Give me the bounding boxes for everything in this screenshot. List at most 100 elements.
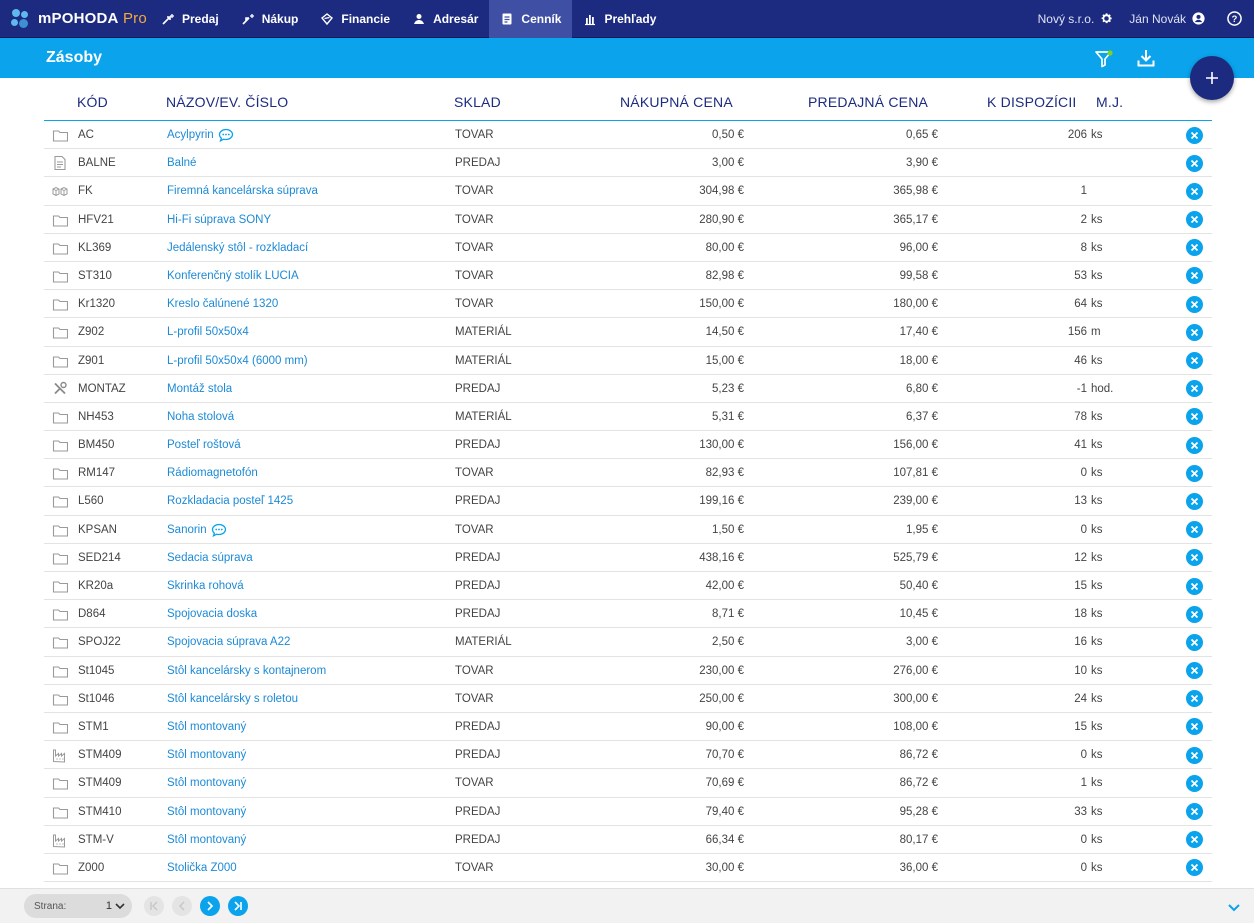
previous-page-button[interactable] [172, 896, 192, 916]
table-row[interactable]: HFV21 Hi-Fi súprava SONY TOVAR 280,90 € 365,… [44, 206, 1212, 234]
table-row[interactable]: SED214 Sedacia súprava PREDAJ 438,16 € 525,7… [44, 544, 1212, 572]
table-row[interactable]: ST310 Konferenčný stolík LUCIA TOVAR 82,98 … [44, 262, 1212, 291]
header-available[interactable]: K DISPOZÍCII [987, 94, 1077, 110]
comment-icon[interactable] [211, 523, 227, 537]
cell-name-link[interactable]: Stôl montovaný [167, 713, 246, 741]
cell-name-link[interactable]: Rozkladacia posteľ 1425 [167, 487, 293, 515]
table-row[interactable]: RM147 Rádiomagnetofón TOVAR 82,93 € 107,81 €… [44, 459, 1212, 488]
delete-row-button[interactable] [1186, 487, 1204, 515]
delete-row-button[interactable] [1186, 657, 1204, 685]
table-row[interactable]: L560 Rozkladacia posteľ 1425 PREDAJ 199,16 … [44, 487, 1212, 516]
app-logo[interactable]: mPOHODA Pro [0, 0, 150, 38]
table-row[interactable]: STM409 Stôl montovaný TOVAR 70,69 € 86,72 € 1… [44, 769, 1212, 798]
table-row[interactable]: STM409 Stôl montovaný PREDAJ 70,70 € 86,72 €… [44, 741, 1212, 770]
cell-name-link[interactable]: Stolička Z000 [167, 854, 237, 882]
cell-name-link[interactable]: Konferenčný stolík LUCIA [167, 262, 299, 290]
cell-name-link[interactable]: Rádiomagnetofón [167, 459, 258, 487]
delete-row-button[interactable] [1186, 798, 1204, 826]
cell-name-link[interactable]: L-profil 50x50x4 [167, 318, 249, 346]
delete-row-button[interactable] [1186, 375, 1204, 403]
delete-row-button[interactable] [1186, 431, 1204, 459]
nav-item-sales[interactable]: Predaj [150, 0, 230, 38]
header-sale-price[interactable]: PREDAJNÁ CENA [808, 94, 928, 110]
delete-row-button[interactable] [1186, 121, 1204, 149]
table-row[interactable]: BM450 Posteľ roštová PREDAJ 130,00 € 156,00 … [44, 431, 1212, 460]
table-row[interactable]: KL369 Jedálenský stôl - rozkladací TOVAR 80… [44, 234, 1212, 262]
user-menu[interactable]: Ján Novák [1129, 12, 1205, 26]
nav-item-address-book[interactable]: Adresár [401, 0, 489, 38]
download-icon[interactable] [1136, 48, 1156, 68]
delete-row-button[interactable] [1186, 516, 1204, 544]
header-purchase-price[interactable]: NÁKUPNÁ CENA [620, 94, 733, 110]
delete-row-button[interactable] [1186, 177, 1204, 205]
cell-name-link[interactable]: Stôl montovaný [167, 741, 246, 769]
table-row[interactable]: STM-V Stôl montovaný PREDAJ 66,34 € 80,17 € 0… [44, 826, 1212, 854]
table-row[interactable]: Z902 L-profil 50x50x4 MATERIÁL 14,50 € 17,40… [44, 318, 1212, 347]
next-page-button[interactable] [200, 896, 220, 916]
delete-row-button[interactable] [1186, 544, 1204, 572]
header-unit[interactable]: M.J. [1096, 94, 1123, 110]
first-page-button[interactable] [144, 896, 164, 916]
cell-name-link[interactable]: Balné [167, 149, 196, 177]
cell-name-link[interactable]: Sanorin [167, 516, 227, 544]
delete-row-button[interactable] [1186, 769, 1204, 797]
cell-name-link[interactable]: Stôl montovaný [167, 826, 246, 854]
filter-icon[interactable] [1094, 49, 1114, 69]
add-item-button[interactable] [1190, 56, 1234, 100]
table-row[interactable]: Kr1320 Kreslo čalúnené 1320 TOVAR 150,00 € 1… [44, 290, 1212, 319]
header-store[interactable]: SKLAD [454, 94, 501, 110]
cell-name-link[interactable]: Skrinka rohová [167, 572, 244, 600]
table-row[interactable]: MONTAZ Montáž stola PREDAJ 5,23 € 6,80 € -1 ho… [44, 375, 1212, 403]
table-row[interactable]: St1045 Stôl kancelársky s kontajnerom TOVA… [44, 657, 1212, 685]
cell-name-link[interactable]: Jedálenský stôl - rozkladací [167, 234, 308, 262]
cell-name-link[interactable]: Hi-Fi súprava SONY [167, 206, 271, 234]
delete-row-button[interactable] [1186, 600, 1204, 628]
delete-row-button[interactable] [1186, 685, 1204, 713]
delete-row-button[interactable] [1186, 403, 1204, 431]
delete-row-button[interactable] [1186, 318, 1204, 346]
delete-row-button[interactable] [1186, 572, 1204, 600]
company-selector[interactable]: Nový s.r.o. [1038, 12, 1114, 26]
cell-name-link[interactable]: Spojovacia doska [167, 600, 257, 628]
cell-name-link[interactable]: Sedacia súprava [167, 544, 253, 572]
table-row[interactable]: D864 Spojovacia doska PREDAJ 8,71 € 10,45 € 1… [44, 600, 1212, 629]
table-row[interactable]: STM410 Stôl montovaný PREDAJ 79,40 € 95,28 €… [44, 798, 1212, 826]
delete-row-button[interactable] [1186, 234, 1204, 262]
comment-icon[interactable] [218, 128, 234, 142]
cell-name-link[interactable]: Noha stolová [167, 403, 234, 431]
nav-item-finance[interactable]: Financie [309, 0, 401, 38]
delete-row-button[interactable] [1186, 290, 1204, 318]
header-code[interactable]: KÓD [77, 94, 108, 110]
cell-name-link[interactable]: Spojovacia súprava A22 [167, 628, 290, 656]
help-button[interactable]: ? [1221, 11, 1242, 26]
delete-row-button[interactable] [1186, 262, 1204, 290]
cell-name-link[interactable]: Stôl montovaný [167, 769, 246, 797]
cell-name-link[interactable]: Acylpyrin [167, 121, 234, 149]
delete-row-button[interactable] [1186, 459, 1204, 487]
delete-row-button[interactable] [1186, 149, 1204, 177]
table-row[interactable]: Z901 L-profil 50x50x4 (6000 mm) MATERIÁL 15… [44, 347, 1212, 375]
delete-row-button[interactable] [1186, 854, 1204, 882]
scroll-down-icon[interactable] [1226, 899, 1242, 915]
nav-item-price-list[interactable]: Cenník [489, 0, 573, 38]
table-row[interactable]: KR20a Skrinka rohová PREDAJ 42,00 € 50,40 € 1… [44, 572, 1212, 601]
table-row[interactable]: Z000 Stolička Z000 TOVAR 30,00 € 36,00 € 0 ks [44, 854, 1212, 883]
table-row[interactable]: STM1 Stôl montovaný PREDAJ 90,00 € 108,00 € 1… [44, 713, 1212, 742]
cell-name-link[interactable]: Stôl montovaný [167, 798, 246, 826]
table-row[interactable]: NH453 Noha stolová MATERIÁL 5,31 € 6,37 € 78 k… [44, 403, 1212, 432]
cell-name-link[interactable]: Kreslo čalúnené 1320 [167, 290, 278, 318]
table-row[interactable]: SPOJ22 Spojovacia súprava A22 MATERIÁL 2,50… [44, 628, 1212, 657]
table-row[interactable]: AC Acylpyrin TOVAR 0,50 € 0,65 € 206 ks [44, 121, 1212, 150]
nav-item-purchase[interactable]: Nákup [230, 0, 310, 38]
table-row[interactable]: KPSAN Sanorin TOVAR 1,50 € 1,95 € 0 ks [44, 516, 1212, 544]
delete-row-button[interactable] [1186, 628, 1204, 656]
cell-name-link[interactable]: Posteľ roštová [167, 431, 241, 459]
table-row[interactable]: St1046 Stôl kancelársky s roletou TOVAR 250… [44, 685, 1212, 713]
table-row[interactable]: BALNE Balné PREDAJ 3,00 € 3,90 € [44, 149, 1212, 178]
cell-name-link[interactable]: Montáž stola [167, 375, 232, 403]
cell-name-link[interactable]: Firemná kancelárska súprava [167, 177, 318, 205]
delete-row-button[interactable] [1186, 741, 1204, 769]
cell-name-link[interactable]: Stôl kancelársky s roletou [167, 685, 298, 713]
table-row[interactable]: FK Firemná kancelárska súprava TOVAR 304,98… [44, 177, 1212, 206]
page-select[interactable]: Strana: 1 [24, 894, 132, 918]
